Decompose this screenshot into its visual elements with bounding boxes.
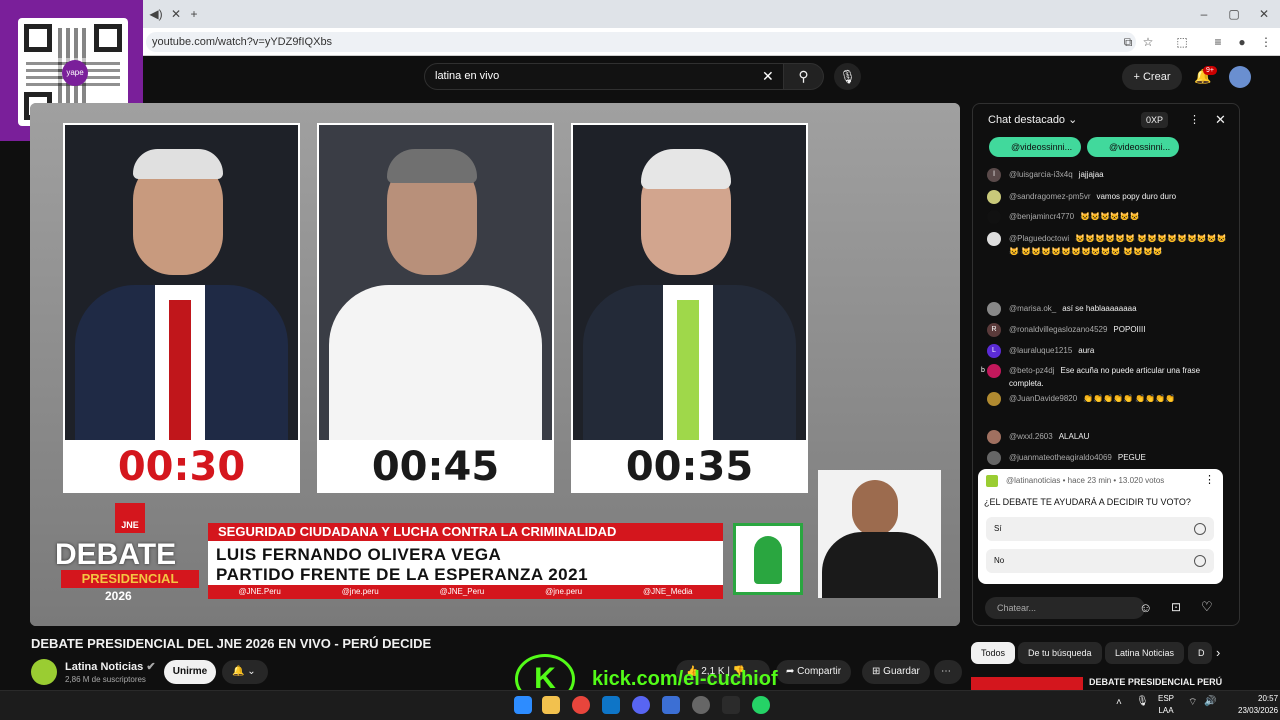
chat-message: l @luisgarcia-i3x4q jajjajaa (987, 168, 1227, 182)
more-actions-button[interactable]: ⋯ (934, 660, 962, 684)
tab-all[interactable]: Todos (971, 642, 1016, 664)
close-chat-icon[interactable]: ✕ (1215, 104, 1226, 136)
notification-badge: 9+ (1203, 66, 1217, 75)
chat-message: @marisa.ok_ así se hablaaaaaaaa (987, 302, 1227, 316)
heart-icon[interactable]: ♡ (1201, 599, 1213, 615)
file-explorer-icon[interactable] (542, 696, 560, 714)
chat-message: R @ronaldvillegaslozano4529 POPOIIII (987, 323, 1227, 337)
poll-menu-icon[interactable]: ⋮ (1204, 473, 1215, 486)
browser-tab-bar: ◀) ✕ + – ▢ ✕ (0, 0, 1280, 28)
vscode-icon[interactable] (602, 696, 620, 714)
bookmark-star-icon[interactable]: ☆ (1140, 34, 1156, 50)
pinned-chip-2[interactable]: @videossinni... (1087, 137, 1179, 157)
minimize-icon[interactable]: – (1196, 6, 1212, 22)
create-button[interactable]: + Crear (1122, 64, 1182, 90)
maximize-icon[interactable]: ▢ (1226, 6, 1242, 22)
side-video-thumbnail[interactable] (971, 677, 1083, 690)
candidate-panel-1: 00:30 (63, 123, 300, 493)
join-button[interactable]: Unirme (164, 660, 216, 684)
bell-icon: 🔔 ⌄ (232, 666, 256, 677)
clock[interactable]: 20:57 23/03/2026 (1238, 693, 1278, 717)
tab-from-search[interactable]: De tu búsqueda (1018, 642, 1102, 664)
windows-start-icon[interactable] (514, 696, 532, 714)
github-icon[interactable] (692, 696, 710, 714)
new-tab-icon[interactable]: + (186, 6, 202, 22)
party-logo (733, 523, 803, 595)
plus-icon: + (1133, 71, 1143, 83)
app-icon[interactable] (722, 696, 740, 714)
chat-input[interactable]: Chatear... (985, 597, 1145, 619)
subscriber-count: 2,86 M de suscriptores (65, 675, 146, 684)
discord-icon[interactable] (632, 696, 650, 714)
poll-option-no[interactable]: No (986, 549, 1214, 573)
candidate-panel-2: 00:45 (317, 123, 554, 493)
mic-tray-icon[interactable]: 🎙 (1136, 696, 1149, 707)
chat-header: Chat destacado ⌄ 0XP ⋮ ✕ (973, 104, 1239, 136)
chevron-right-icon[interactable]: › (1216, 645, 1220, 660)
chat-menu-icon[interactable]: ⋮ (1189, 104, 1200, 136)
chat-message: @wxxl.2603 ALALAU (987, 430, 1227, 444)
profile-icon[interactable]: ● (1234, 34, 1250, 50)
menu-kebab-icon[interactable]: ⋮ (1258, 34, 1274, 50)
poll-question: ¿EL DEBATE TE AYUDARÁ A DECIDIR TU VOTO? (984, 497, 1191, 507)
chrome-icon[interactable] (572, 696, 590, 714)
poll-card: @latinanoticias • hace 23 min • 13.020 v… (978, 469, 1223, 584)
volume-icon[interactable]: 🔊 (1204, 696, 1216, 707)
chat-mode-dropdown[interactable]: Chat destacado (988, 114, 1065, 126)
channel-name[interactable]: Latina Noticias ✔ (65, 660, 156, 673)
super-chat-icon[interactable]: ⊡ (1171, 600, 1181, 614)
chat-message: @Plaguedoctowi 😺😺😺😺😺😺 😺😺😺😺😺😺😺😺😺😺 😺😺😺😺😺😺😺😺… (987, 232, 1227, 258)
media-controls-icon[interactable]: ≡ (1210, 34, 1226, 50)
live-chat-panel: Chat destacado ⌄ 0XP ⋮ ✕ @videossinni...… (972, 103, 1240, 626)
timer-2: 00:45 (371, 444, 500, 490)
language-indicator[interactable]: ESP LAA (1158, 693, 1174, 717)
channel-avatar[interactable] (31, 659, 57, 685)
poll-author-avatar (986, 475, 998, 487)
chat-message: @benjamincr4770 😺😺😺😺😺😺 (987, 210, 1227, 224)
close-window-icon[interactable]: ✕ (1256, 6, 1272, 22)
search-input[interactable]: latina en vivo (424, 63, 784, 90)
avatar[interactable] (1229, 66, 1251, 88)
notification-settings-button[interactable]: 🔔 ⌄ (222, 660, 268, 684)
poll-option-yes[interactable]: Sí (986, 517, 1214, 541)
search-button[interactable]: ⚲ (784, 63, 824, 90)
social-handles-bar: @JNE.Peru @jne.peru @JNE_Peru @jne.peru … (208, 585, 723, 599)
chat-message: L @lauraluque1215 aura (987, 344, 1227, 358)
chat-message: @sandragomez-pm5vr vamos popy duro duro (987, 190, 1227, 204)
lower-third-name: LUIS FERNANDO OLIVERA VEGA PARTIDO FRENT… (216, 545, 589, 584)
video-title: DEBATE PRESIDENCIAL DEL JNE 2026 EN VIVO… (31, 636, 432, 651)
audio-icon[interactable]: ◀) (148, 6, 164, 22)
url-field[interactable]: youtube.com/watch?v=yYDZ9fIQXbs (146, 32, 1136, 52)
verified-icon: ✔ (146, 661, 156, 673)
video-player[interactable]: 00:30 00:45 00:35 JNE DEBATE PRESIDENCIA… (30, 103, 960, 626)
search-icon: ⚲ (798, 68, 809, 84)
clear-search-icon[interactable]: ✕ (762, 68, 774, 85)
jne-logo: JNE (115, 503, 145, 533)
close-tab-icon[interactable]: ✕ (168, 6, 184, 22)
chat-message: @juanmateotheagiraldo4069 PEGUE (987, 451, 1227, 465)
chat-message: @JuanDavide9820 👏👏👏👏👏 👏👏👏👏 (987, 392, 1227, 406)
chevron-down-icon[interactable]: ⌄ (1065, 114, 1077, 126)
pinned-chip-1[interactable]: @videossinni... (989, 137, 1081, 157)
app-icon[interactable] (662, 696, 680, 714)
candidate-panel-3: 00:35 (571, 123, 808, 493)
xp-badge[interactable]: 0XP (1141, 112, 1169, 128)
lower-third-topic: SEGURIDAD CIUDADANA Y LUCHA CONTRA LA CR… (208, 523, 723, 541)
sign-language-interpreter (818, 470, 941, 598)
debate-logo: JNE DEBATE PRESIDENCIAL 2026 (55, 503, 205, 603)
chevron-up-icon[interactable]: ˄ (1116, 697, 1122, 708)
timer-1: 00:30 (117, 444, 246, 490)
tab-more[interactable]: D (1188, 642, 1212, 664)
side-video-title[interactable]: DEBATE PRESIDENCIAL PERÚ (1089, 677, 1222, 687)
whatsapp-icon[interactable] (752, 696, 770, 714)
mic-icon[interactable]: 🎙 (834, 63, 861, 90)
emoji-icon[interactable]: ☺ (1139, 600, 1152, 615)
yape-logo: yape (62, 60, 88, 86)
chat-message: b @beto-pz4dj Ese acuña no puede articular… (981, 364, 1227, 390)
timer-3: 00:35 (625, 444, 754, 490)
cast-icon[interactable]: ⧉ (1120, 34, 1136, 50)
wifi-icon[interactable]: ⌔ (1188, 696, 1197, 709)
extensions-icon[interactable]: ⬚ (1174, 34, 1190, 50)
tab-latina-noticias[interactable]: Latina Noticias (1105, 642, 1185, 664)
